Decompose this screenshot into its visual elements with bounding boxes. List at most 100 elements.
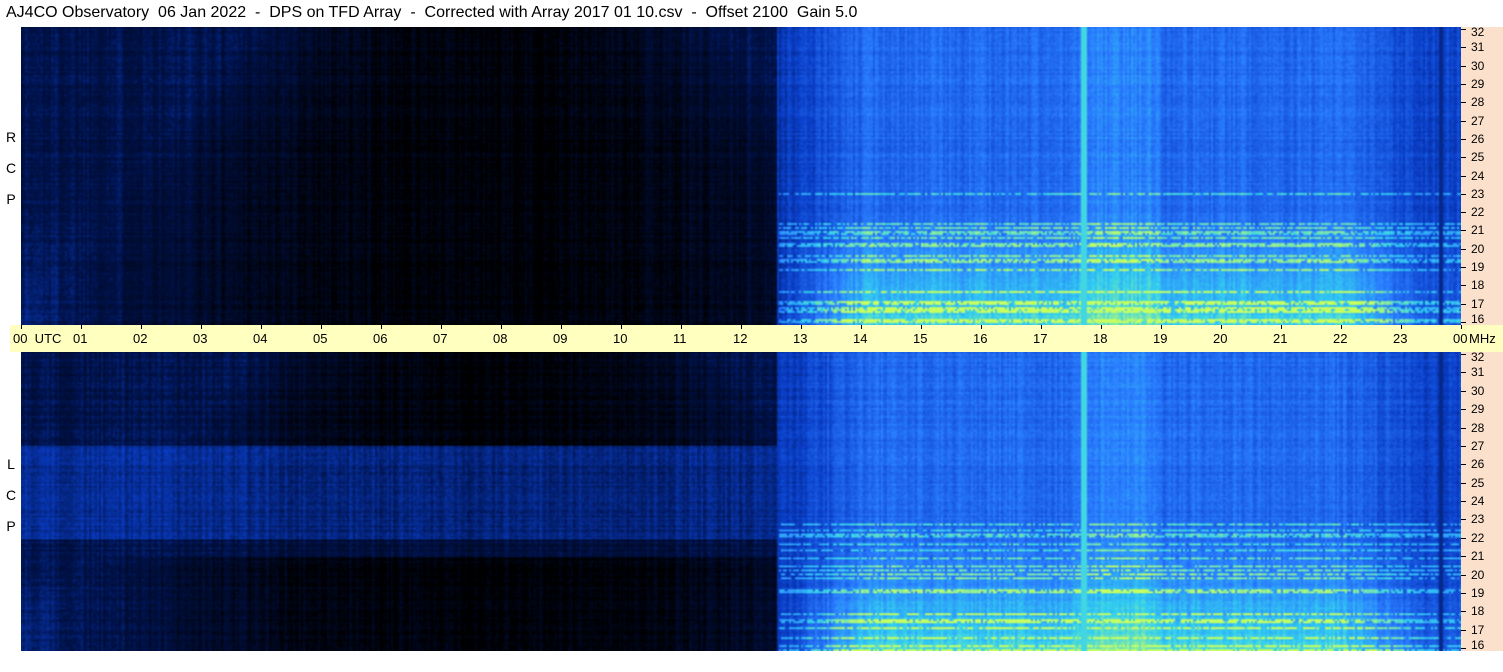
freq-tick-label: 20 — [1471, 567, 1485, 582]
time-tick — [1341, 325, 1342, 329]
spectrogram-rcp — [21, 27, 1461, 325]
freq-tick-label: 20 — [1471, 241, 1485, 256]
time-tick-label: 16 — [973, 331, 988, 346]
freq-tick — [1461, 248, 1466, 250]
time-tick — [681, 325, 682, 329]
freq-tick — [1461, 322, 1466, 323]
freq-tick-label: 27 — [1471, 438, 1485, 453]
panel-label-letter: R — [5, 129, 17, 145]
freq-tick-label: 26 — [1471, 457, 1485, 472]
time-tick — [201, 325, 202, 329]
time-tick-label: 15 — [913, 331, 928, 346]
time-tick — [141, 325, 142, 329]
panel-label-letter: C — [5, 487, 17, 503]
freq-tick-label: 22 — [1471, 205, 1485, 220]
freq-tick-label: 28 — [1471, 95, 1485, 110]
time-tick-label: 11 — [673, 331, 687, 346]
freq-tick — [1461, 230, 1466, 232]
freq-tick — [1461, 372, 1466, 374]
time-tick-label: 02 — [133, 331, 148, 346]
time-tick-label: 00 — [1453, 331, 1468, 346]
time-tick-label: 19 — [1153, 331, 1168, 346]
freq-tick — [1461, 212, 1466, 214]
freq-tick — [1461, 464, 1466, 466]
freq-tick — [1461, 138, 1466, 140]
spectrogram-canvas-rcp — [21, 27, 1461, 325]
freq-tick — [1461, 592, 1466, 594]
time-tick-label: 21 — [1273, 331, 1288, 346]
time-tick — [81, 325, 82, 329]
time-tick-label: 01 — [73, 331, 88, 346]
freq-tick-label: 21 — [1471, 223, 1485, 238]
time-tick — [501, 325, 502, 329]
time-tick-label: 23 — [1393, 331, 1408, 346]
freq-tick-label: 18 — [1471, 604, 1485, 619]
time-tick-label: 17 — [1033, 331, 1048, 346]
time-tick — [1161, 325, 1162, 329]
freq-tick-label: 21 — [1471, 549, 1485, 564]
freq-tick — [1461, 285, 1466, 287]
spectrogram-canvas-lcp — [21, 352, 1461, 651]
freq-tick — [1461, 390, 1466, 392]
time-tick-label: 05 — [313, 331, 328, 346]
time-tick — [21, 325, 22, 329]
freq-tick-label: 19 — [1471, 260, 1485, 275]
freq-tick — [1461, 83, 1466, 85]
panel-label-lcp: L C P — [4, 449, 18, 542]
panel-label-letter: C — [5, 160, 17, 176]
time-tick — [561, 325, 562, 329]
time-tick — [321, 325, 322, 329]
time-tick-label: 20 — [1213, 331, 1228, 346]
freq-tick-label: 32 — [1471, 350, 1485, 364]
time-tick — [1461, 325, 1462, 329]
freq-tick-label: 23 — [1471, 512, 1485, 527]
freq-tick — [1461, 501, 1466, 502]
time-tick — [1041, 325, 1042, 329]
time-tick — [1221, 325, 1222, 329]
freq-tick-label: 19 — [1471, 585, 1485, 600]
freq-tick-label: 31 — [1471, 40, 1485, 55]
freq-tick — [1461, 648, 1466, 649]
freq-tick — [1461, 65, 1466, 67]
freq-tick — [1461, 267, 1466, 269]
freq-tick — [1461, 175, 1466, 177]
panel-label-rcp: R C P — [4, 122, 18, 215]
time-tick — [1281, 325, 1282, 329]
freq-tick — [1461, 519, 1466, 521]
time-tick-label: 10 — [613, 331, 628, 346]
freq-tick-label: 27 — [1471, 113, 1485, 128]
freq-tick-label: 32 — [1471, 25, 1485, 39]
freq-tick — [1461, 629, 1466, 631]
freq-tick — [1461, 120, 1466, 122]
freq-tick-label: 24 — [1471, 494, 1485, 508]
time-tick-label: 00 UTC — [13, 331, 62, 346]
freq-tick-label: 25 — [1471, 150, 1485, 165]
freq-tick — [1461, 354, 1466, 355]
time-tick-label: 13 — [793, 331, 808, 346]
freq-tick — [1461, 157, 1466, 159]
freq-tick — [1461, 303, 1466, 305]
panel-label-letter: P — [6, 191, 16, 207]
time-tick-label: 08 — [493, 331, 508, 346]
freq-tick-label: 18 — [1471, 278, 1485, 293]
freq-tick-label: 25 — [1471, 475, 1485, 490]
freq-axis-lcp: 32 31 30 29 28 27 26 25 24 23 22 21 20 19 18 17 16 — [1461, 350, 1503, 651]
freq-unit-label: MHz — [1469, 331, 1496, 346]
freq-tick — [1461, 427, 1466, 429]
freq-tick — [1461, 29, 1466, 30]
freq-tick-label: 17 — [1471, 296, 1485, 311]
freq-tick-label: 29 — [1471, 402, 1485, 417]
time-tick — [741, 325, 742, 329]
time-tick — [801, 325, 802, 329]
time-tick-label: 12 — [733, 331, 748, 346]
time-axis: 00 UTC 01 02 03 04 05 06 07 08 09 10 11 12 13 14 15 16 17… — [10, 325, 1503, 352]
freq-tick — [1461, 537, 1466, 539]
time-tick — [1101, 325, 1102, 329]
freq-tick-label: 17 — [1471, 622, 1485, 637]
time-tick-label: 14 — [853, 331, 868, 346]
freq-axis-rcp: 32 31 30 29 28 27 26 25 24 23 22 21 20 19 18 17 16 — [1461, 25, 1503, 325]
freq-tick-label: 22 — [1471, 530, 1485, 545]
freq-tick-label: 30 — [1471, 58, 1485, 73]
freq-tick — [1461, 409, 1466, 411]
time-tick-label: 18 — [1093, 331, 1108, 346]
